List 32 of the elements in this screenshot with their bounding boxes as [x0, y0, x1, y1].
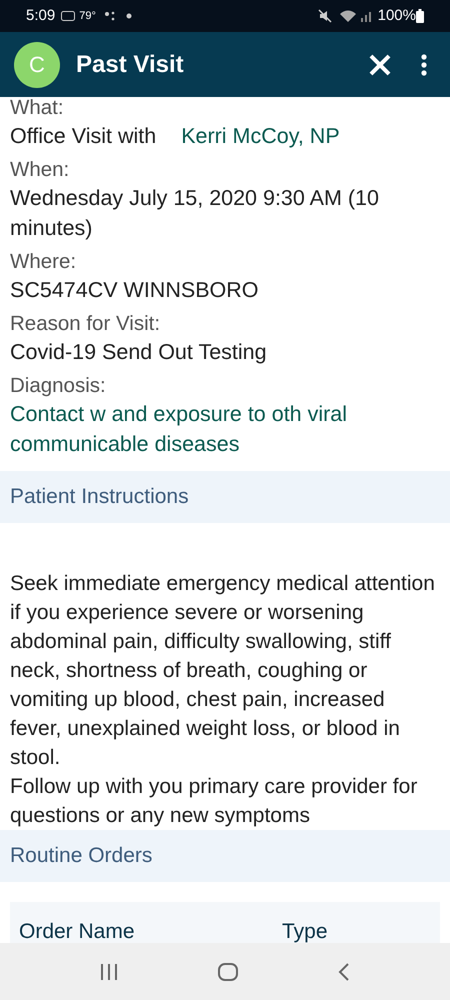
wifi-icon	[340, 10, 356, 22]
notification-icon	[61, 11, 76, 21]
field-label: What:	[10, 97, 65, 121]
field-value: SC5474CV WINNSBORO	[10, 278, 259, 302]
field-label: When:	[10, 157, 70, 183]
back-icon[interactable]	[338, 962, 350, 980]
field-link[interactable]: Kerri McCoy, NP	[181, 124, 340, 148]
field-label: Where:	[10, 249, 78, 275]
dot-icon	[126, 13, 132, 19]
status-time: 5:09	[26, 6, 56, 26]
column-header: Order Name	[18, 919, 136, 943]
recent-apps-icon[interactable]	[100, 964, 118, 980]
field-value: Office Visit with	[10, 124, 156, 148]
battery-percent: 100%	[378, 6, 416, 26]
home-icon[interactable]	[218, 962, 238, 980]
instruction-text: Seek immediate emergency medical attention if you experience severe or worsening abdominal pain, difficulty swallowing, stiff neck, shortness of breath, coughing or vomiting up blood, chest pain, increased fever, unexplained weight loss, or blood in stool.	[10, 571, 436, 771]
battery-icon	[416, 9, 424, 23]
field-link[interactable]: Contact w and exposure to oth viral communicable diseases	[10, 399, 440, 459]
dots-icon	[104, 11, 116, 21]
field-label: Reason for Visit:	[10, 311, 162, 337]
section-title: Patient Instructions	[10, 484, 189, 510]
more-menu-icon[interactable]	[420, 52, 428, 76]
mute-icon	[318, 9, 332, 23]
field-label: Diagnosis:	[10, 373, 107, 399]
field-value: Covid-19 Send Out Testing	[10, 340, 267, 364]
signal-icon	[360, 10, 372, 22]
field-value: Wednesday July 15, 2020 9:30 AM (10 minutes)	[10, 186, 379, 240]
section-title: Routine Orders	[10, 843, 152, 870]
column-header: Type	[282, 919, 328, 943]
page-title: Past Visit	[76, 50, 185, 80]
instruction-text: Follow up with you primary care provider for questions or any new symptoms	[10, 774, 418, 829]
status-temperature: 79°	[79, 8, 96, 24]
